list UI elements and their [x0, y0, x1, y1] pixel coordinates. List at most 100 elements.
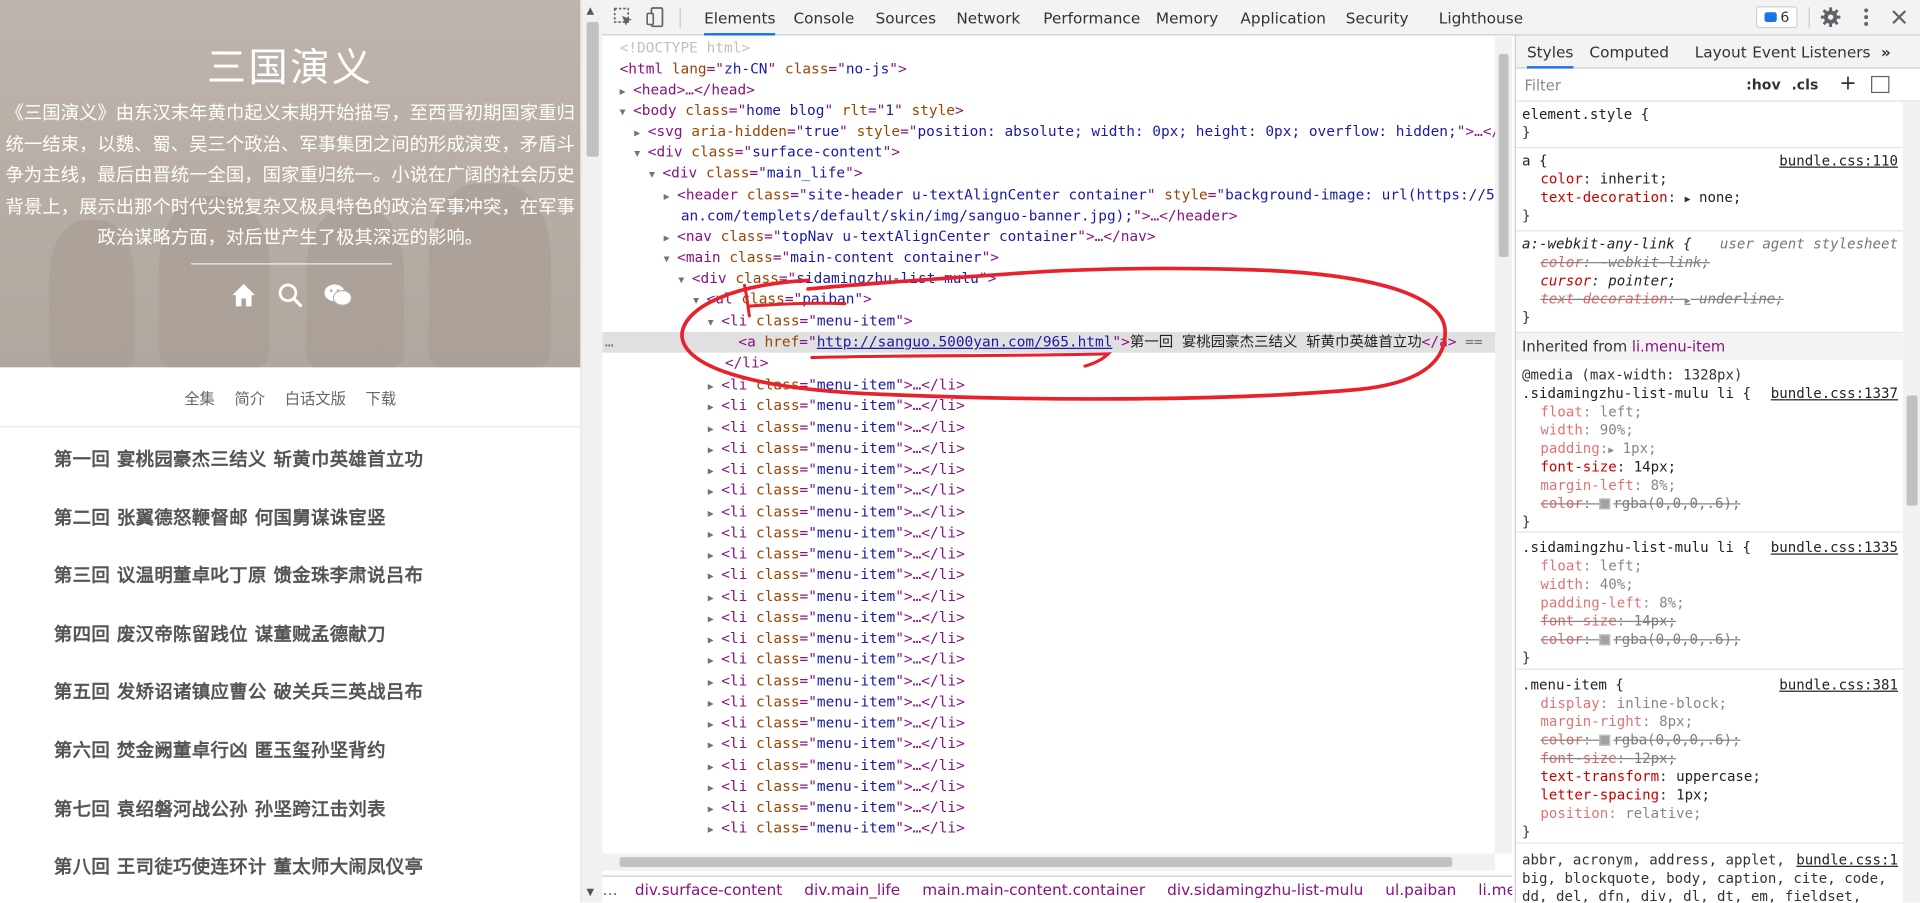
dom-line-li-collapsed[interactable]: ▶ <li class="menu-item">…</li>	[708, 523, 965, 544]
tab-layout[interactable]: Layout	[1695, 36, 1747, 69]
device-toolbar-icon[interactable]	[645, 6, 667, 28]
dom-line-li-collapsed[interactable]: ▶ <li class="menu-item">…</li>	[708, 501, 965, 522]
tab-application[interactable]: Application	[1240, 0, 1326, 36]
tab-memory[interactable]: Memory	[1156, 0, 1218, 36]
breadcrumb-ellipsis-icon[interactable]: …	[602, 880, 617, 898]
inherited-node-link[interactable]: li.menu-item	[1632, 338, 1725, 355]
hover-state-toggle[interactable]: :hov	[1746, 76, 1781, 93]
rule-source-link[interactable]: bundle.css:110	[1779, 152, 1898, 169]
rule-source-link[interactable]: bundle.css:1	[1796, 851, 1898, 868]
breadcrumb-item[interactable]: main.main-content.container	[922, 880, 1145, 898]
add-rule-icon[interactable]: +	[1839, 71, 1856, 95]
dom-line-li-collapsed[interactable]: ▶ <li class="menu-item">…</li>	[708, 797, 965, 818]
rule-source-link[interactable]: bundle.css:1337	[1771, 384, 1898, 401]
dom-horizontal-scrollbar[interactable]	[602, 853, 1496, 871]
css-rule-list-mulu-li[interactable]: @media (max-width: 1328px) .sidamingzhu-…	[1515, 360, 1903, 533]
scroll-up-arrow-icon[interactable]: ▲	[587, 5, 595, 16]
dom-line-nav[interactable]: ▶ <nav class="topNav u-textAlignCenter co…	[664, 227, 1156, 248]
dom-line[interactable]: ▼ <div class="sidamingzhu-list-mulu">	[678, 268, 996, 289]
breadcrumb-item[interactable]: li.menu-item	[1478, 880, 1512, 898]
element-style-rule[interactable]: element.style { }	[1515, 102, 1903, 149]
nav-item-download[interactable]: 下载	[366, 385, 397, 408]
dom-line-li-collapsed[interactable]: ▶ <li class="menu-item">…</li>	[708, 628, 965, 649]
tab-performance[interactable]: Performance	[1043, 0, 1140, 36]
dom-vertical-scrollbar[interactable]	[1495, 36, 1513, 854]
tab-network[interactable]: Network	[956, 0, 1020, 36]
css-rule-reset[interactable]: abbr, acronym, address, applet, bundle.c…	[1516, 844, 1903, 902]
wechat-icon[interactable]	[323, 282, 352, 309]
dom-line-li-collapsed[interactable]: ▶ <li class="menu-item">…</li>	[708, 586, 965, 607]
tab-security[interactable]: Security	[1346, 0, 1409, 36]
home-icon[interactable]	[230, 282, 257, 309]
dom-line-li-collapsed[interactable]: ▶ <li class="menu-item">…</li>	[708, 734, 965, 755]
dom-line-li-collapsed[interactable]: ▶ <li class="menu-item">…</li>	[708, 670, 965, 691]
dom-line-li-collapsed[interactable]: ▶ <li class="menu-item">…</li>	[708, 544, 965, 565]
chapter-link[interactable]: 第五回 发矫诏诸镇应曹公 破关兵三英战吕布	[54, 679, 568, 737]
close-devtools-icon[interactable]	[1888, 6, 1910, 28]
tab-styles[interactable]: Styles	[1526, 36, 1574, 69]
dom-line-li-collapsed[interactable]: ▶ <li class="menu-item">…</li>	[708, 755, 965, 776]
dom-line-li-collapsed[interactable]: ▶ <li class="menu-item">…</li>	[708, 565, 965, 586]
tab-elements[interactable]: Elements	[704, 0, 776, 36]
dom-line-li-collapsed[interactable]: ▶ <li class="menu-item">…</li>	[708, 692, 965, 713]
chapter-link[interactable]: 第四回 废汉帝陈留践位 谋董贼孟德献刀	[54, 621, 568, 679]
css-rule-list-mulu-li-base[interactable]: .sidamingzhu-list-mulu li { bundle.css:1…	[1515, 533, 1903, 670]
tab-event-listeners[interactable]: Event Listeners	[1752, 36, 1870, 69]
dom-line-li-collapsed[interactable]: ▶ <li class="menu-item">…</li>	[708, 607, 965, 628]
dom-line[interactable]: ▼ <div class="main_life">	[649, 163, 863, 184]
dom-line-li-collapsed[interactable]: ▶ <li class="menu-item">…</li>	[708, 818, 965, 839]
scroll-down-arrow-icon[interactable]: ▼	[587, 887, 595, 898]
chapter-link[interactable]: 第三回 议温明董卓叱丁原 馈金珠李肃说吕布	[54, 562, 568, 620]
styles-scroll-thumb[interactable]	[1906, 395, 1918, 506]
chapter-link[interactable]: 第七回 袁绍磐河战公孙 孙坚跨江击刘表	[54, 795, 568, 853]
dom-line-li-collapsed[interactable]: ▶ <li class="menu-item">…</li>	[708, 713, 965, 734]
node-actions-ellipsis-icon[interactable]: …	[605, 332, 614, 353]
dom-hscroll-thumb[interactable]	[619, 857, 1453, 867]
dom-line-li-close[interactable]: </li>	[725, 353, 768, 374]
chapter-link[interactable]: 第八回 王司徒巧使连环计 董太师大闹凤仪亭	[54, 854, 568, 903]
dom-line-li-collapsed[interactable]: ▶ <li class="menu-item">…</li>	[708, 438, 965, 459]
class-toggle[interactable]: .cls	[1791, 76, 1818, 93]
rule-source-link[interactable]: bundle.css:381	[1779, 676, 1898, 693]
dom-line-li-collapsed[interactable]: ▶ <li class="menu-item">…</li>	[708, 417, 965, 438]
styles-scrollbar[interactable]	[1902, 101, 1920, 903]
tab-lighthouse[interactable]: Lighthouse	[1439, 0, 1523, 36]
dom-line-ul[interactable]: ▼ <ul class="paiban">	[693, 289, 872, 310]
more-options-icon[interactable]	[1855, 6, 1877, 28]
dom-line-li-collapsed[interactable]: ▶ <li class="menu-item">…</li>	[708, 396, 965, 417]
dom-line[interactable]: <html lang="zh-CN" class="no-js">	[620, 59, 907, 80]
dom-scroll-thumb[interactable]	[1498, 53, 1509, 258]
dom-line-li-collapsed[interactable]: ▶ <li class="menu-item">…</li>	[708, 776, 965, 797]
dom-line-li-collapsed[interactable]: ▶ <li class="menu-item">…</li>	[708, 649, 965, 670]
color-swatch[interactable]	[1599, 634, 1611, 646]
dom-line-li-open[interactable]: ▼ <li class="menu-item">	[708, 311, 913, 332]
tab-computed[interactable]: Computed	[1589, 36, 1669, 69]
dom-line-li-collapsed[interactable]: ▶ <li class="menu-item">…</li>	[708, 375, 965, 396]
nav-item-vernacular[interactable]: 白话文版	[285, 385, 346, 408]
tab-sources[interactable]: Sources	[876, 0, 937, 36]
css-rule-webkit-any-link[interactable]: a:-webkit-any-link { user agent styleshe…	[1515, 231, 1903, 334]
nav-item-all[interactable]: 全集	[184, 385, 215, 408]
breadcrumb-item[interactable]: ul.paiban	[1385, 880, 1456, 898]
dom-line-svg[interactable]: ▶ <svg aria-hidden="true" style="position…	[634, 121, 1496, 142]
chapter-link[interactable]: 第二回 张翼德怒鞭督邮 何国舅谋诛宦竖	[54, 504, 568, 562]
href-link[interactable]: http://sanguo.5000yan.com/965.html	[817, 333, 1113, 350]
issues-badge[interactable]: 6	[1755, 6, 1798, 29]
dom-line[interactable]: ▼ <div class="surface-content">	[634, 142, 900, 163]
more-tabs-chevron-icon[interactable]: »	[1881, 36, 1891, 69]
color-swatch[interactable]	[1599, 734, 1611, 746]
page-scrollbar[interactable]: ▲ ▼	[580, 0, 603, 903]
dom-line[interactable]: <!DOCTYPE html>	[620, 38, 750, 59]
chapter-link[interactable]: 第一回 宴桃园豪杰三结义 斩黄巾英雄首立功	[54, 446, 568, 504]
breadcrumb-item[interactable]: div.main_life	[804, 880, 900, 898]
rule-source-link[interactable]: bundle.css:1335	[1771, 539, 1898, 556]
page-scroll-thumb[interactable]	[586, 22, 599, 157]
css-rule-a[interactable]: a { bundle.css:110 color: inherit; text-…	[1515, 148, 1903, 232]
toggle-sidebar-icon[interactable]	[1871, 75, 1890, 94]
tab-console[interactable]: Console	[793, 0, 854, 36]
search-icon[interactable]	[277, 282, 304, 309]
dom-line-selected-anchor[interactable]: <a href="http://sanguo.5000yan.com/965.h…	[738, 332, 1482, 353]
styles-filter-input[interactable]: Filter	[1525, 77, 1561, 94]
dom-line-li-collapsed[interactable]: ▶ <li class="menu-item">…</li>	[708, 459, 965, 480]
dom-line-main[interactable]: ▼ <main class="main-content container">	[664, 247, 999, 268]
